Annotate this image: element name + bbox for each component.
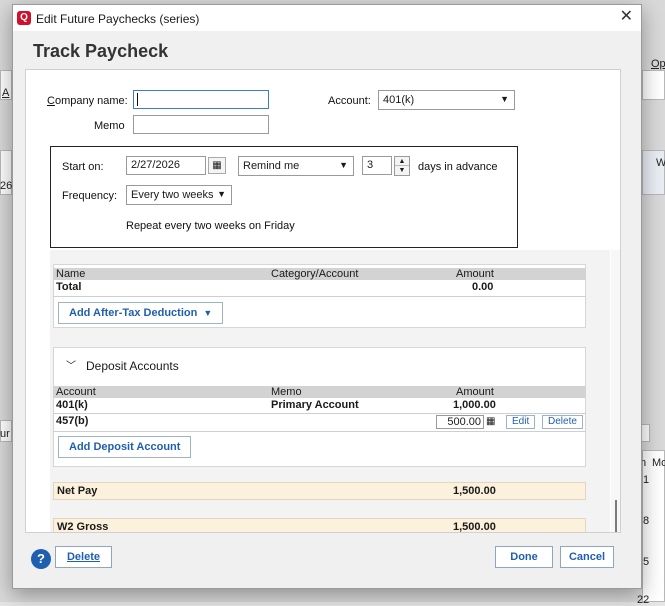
w2-gross-label: W2 Gross xyxy=(57,521,109,533)
chevron-down-icon: ▼ xyxy=(217,189,226,199)
days-advance-input[interactable]: 3 xyxy=(362,156,392,175)
bg-left-ur: ur xyxy=(0,428,10,440)
calendar-icon[interactable]: ▦ xyxy=(208,157,226,174)
add-deposit-account-button[interactable]: Add Deposit Account xyxy=(58,436,192,458)
deposit-section-title: Deposit Accounts xyxy=(86,359,179,373)
delete-deposit-button[interactable]: Delete xyxy=(542,415,583,429)
column-header: Amount xyxy=(456,386,494,398)
days-spinner[interactable]: ▲ ▼ xyxy=(394,156,410,176)
bg-cal-8: 8 xyxy=(643,515,650,527)
memo-label: Memo xyxy=(94,120,125,132)
start-date-input[interactable]: 2/27/2026 xyxy=(126,156,206,175)
net-pay-row: Net Pay 1,500.00 xyxy=(53,482,586,500)
memo-input[interactable] xyxy=(133,115,269,134)
after-tax-header: Name Category/Account Amount xyxy=(53,268,586,280)
window-title: Edit Future Paychecks (series) xyxy=(36,12,200,26)
deposit-row-memo: Primary Account xyxy=(271,399,359,411)
company-name-label: Company name: xyxy=(47,95,128,107)
divider xyxy=(53,413,586,414)
account-select[interactable]: 401(k) ▼ xyxy=(378,90,515,110)
divider xyxy=(53,431,586,432)
w2-gross-amount: 1,500.00 xyxy=(453,521,496,533)
edit-deposit-button[interactable]: Edit xyxy=(506,415,536,429)
column-header: Account xyxy=(56,386,96,398)
deposit-row-amount: 1,000.00 xyxy=(453,399,496,411)
text-caret xyxy=(137,93,138,106)
done-button[interactable]: Done xyxy=(495,546,553,568)
net-pay-label: Net Pay xyxy=(57,485,98,497)
delete-button[interactable]: Delete xyxy=(55,546,112,568)
column-header: Category/Account xyxy=(271,268,359,280)
bg-left-26: 26 xyxy=(0,180,13,192)
help-icon[interactable]: ? xyxy=(31,549,51,569)
account-label: Account: xyxy=(328,95,371,107)
bg-cal-mo: Mo xyxy=(652,457,665,469)
bg-menu-op: Op xyxy=(651,58,665,70)
days-advance-label: days in advance xyxy=(418,161,498,173)
account-select-value: 401(k) xyxy=(383,94,415,106)
deposit-amount-input[interactable]: 500.00 xyxy=(436,415,484,429)
frequency-select[interactable]: Every two weeks ▼ xyxy=(126,185,232,205)
page-title: Track Paycheck xyxy=(33,41,169,61)
deposit-header: Account Memo Amount xyxy=(53,386,586,398)
net-pay-amount: 1,500.00 xyxy=(453,485,496,497)
divider xyxy=(53,296,586,297)
chevron-down-icon: ▼ xyxy=(339,160,348,170)
start-on-label: Start on: xyxy=(62,161,104,173)
chevron-down-icon: ▼ xyxy=(500,94,509,104)
delete-button-label: Delete xyxy=(66,551,101,563)
close-icon[interactable]: ✕ xyxy=(620,8,633,26)
add-after-tax-deduction-label: Add After-Tax Deduction xyxy=(69,307,198,319)
bg-right-w: W xyxy=(656,157,665,169)
company-name-input[interactable] xyxy=(133,90,269,109)
spinner-down-icon[interactable]: ▼ xyxy=(395,166,409,175)
column-header: Name xyxy=(56,268,86,280)
remind-select[interactable]: Remind me ▼ xyxy=(238,156,354,176)
deposit-row-account: 457(b) xyxy=(56,415,89,427)
frequency-select-value: Every two weeks xyxy=(131,189,214,201)
column-header: Memo xyxy=(271,386,302,398)
frequency-label: Frequency: xyxy=(62,190,118,202)
spinner-up-icon[interactable]: ▲ xyxy=(395,157,409,166)
repeat-description: Repeat every two weeks on Friday xyxy=(126,220,295,232)
title-bar: Q Edit Future Paychecks (series) ✕ xyxy=(13,5,641,31)
remind-select-value: Remind me xyxy=(243,160,300,172)
bg-cal-1: 1 xyxy=(643,474,650,486)
calculator-icon[interactable]: ▦ xyxy=(486,415,495,428)
paycheck-details-scroll[interactable]: Name Category/Account Amount Total 0.00 … xyxy=(50,250,610,533)
bg-right-strip xyxy=(642,70,665,100)
caret-down-icon: ▼ xyxy=(203,308,213,318)
company-name-label-text: ompany name: xyxy=(54,95,128,107)
after-tax-total-amount: 0.00 xyxy=(472,281,494,293)
w2-gross-row: W2 Gross 1,500.00 xyxy=(53,518,586,533)
bg-cal-5: 5 xyxy=(643,556,650,568)
edit-paycheck-dialog: Q Edit Future Paychecks (series) ✕ Track… xyxy=(12,4,642,589)
schedule-box: Start on: 2/27/2026 ▦ Remind me ▼ 3 ▲ ▼ … xyxy=(50,146,518,248)
add-after-tax-deduction-button[interactable]: Add After-Tax Deduction ▼ xyxy=(58,302,224,324)
column-header: Amount xyxy=(456,268,494,280)
chevron-down-icon[interactable]: ﹀ xyxy=(66,360,76,373)
after-tax-total-label: Total xyxy=(56,281,82,293)
cancel-button[interactable]: Cancel xyxy=(560,546,614,568)
bg-cal-22: 22 xyxy=(637,594,650,606)
vertical-scrollbar[interactable] xyxy=(611,250,620,532)
scrollbar-thumb[interactable] xyxy=(615,500,617,532)
paycheck-panel: Company name: Memo Account: 401(k) ▼ Sta… xyxy=(25,69,621,533)
deposit-row-account: 401(k) xyxy=(56,399,88,411)
bg-left-a: A xyxy=(2,87,10,99)
quicken-logo-icon: Q xyxy=(17,11,31,25)
